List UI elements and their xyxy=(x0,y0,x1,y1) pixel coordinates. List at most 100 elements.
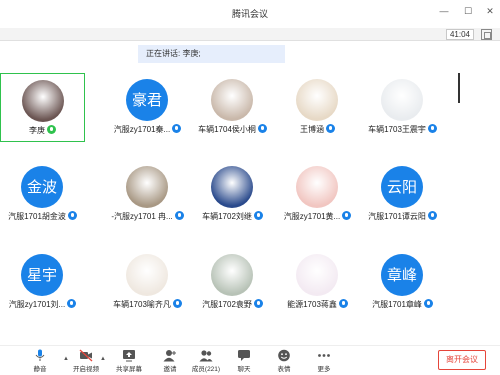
participant-name: 王博涵 xyxy=(269,124,366,135)
participant-name: 汽服1702袁野 xyxy=(184,299,281,310)
participant-name: 车辆1702刘继 xyxy=(184,211,281,222)
participant-name-text: 汽服1701章峰 xyxy=(372,300,422,309)
participant-tile[interactable]: 李庚 xyxy=(0,73,85,142)
video-options-caret[interactable]: ▲ xyxy=(100,356,106,362)
leave-meeting-button[interactable]: 离开会议 xyxy=(438,350,486,370)
microphone-icon xyxy=(35,349,45,361)
more-button[interactable]: 更多 xyxy=(306,349,342,373)
participant-name-text: 车辆1703王震宇 xyxy=(368,125,426,134)
chat-button[interactable]: 聊天 xyxy=(226,349,262,373)
participant-photo-avatar xyxy=(381,79,423,121)
participant-tile[interactable]: 汽服1702袁野 xyxy=(190,248,275,317)
video-label: 开启视频 xyxy=(73,366,99,373)
emoji-icon xyxy=(278,349,290,362)
participant-name: 汽服zy1701黄... xyxy=(269,211,366,222)
invite-label: 邀请 xyxy=(163,366,177,373)
minimize-icon[interactable]: — xyxy=(438,6,450,16)
participant-photo-avatar xyxy=(296,166,338,208)
participant-tile[interactable]: 王博涵 xyxy=(275,73,360,142)
participant-photo-avatar xyxy=(296,79,338,121)
mic-icon xyxy=(423,299,433,308)
participant-name-text: 王博涵 xyxy=(300,125,324,134)
invite-user-icon xyxy=(163,350,176,362)
invite-button[interactable]: 邀请 xyxy=(152,349,188,373)
chat-label: 聊天 xyxy=(237,366,251,373)
share-screen-icon xyxy=(123,350,135,362)
mic-icon xyxy=(253,299,263,308)
meeting-info-bar: 41:04 xyxy=(0,28,500,41)
mic-icon xyxy=(174,211,184,220)
more-icon xyxy=(318,354,330,357)
participant-tile[interactable]: 星宇汽服zy1701刘... xyxy=(0,248,85,317)
participant-name: 汽服zy1701秦... xyxy=(99,124,196,135)
participant-name-text: 汽服1701胡金波 xyxy=(8,212,66,221)
share-label: 共享屏幕 xyxy=(116,366,142,373)
maximize-icon[interactable]: ☐ xyxy=(462,6,474,17)
mic-icon xyxy=(427,124,437,133)
participant-name: 李庚 xyxy=(0,125,90,136)
participant-tile[interactable]: 云阳 汽服1701谭云阳 xyxy=(360,160,445,229)
title-bar: 腾讯会议 — ☐ ✕ xyxy=(0,0,500,28)
participant-name: 车辆1704侯小桐 xyxy=(184,124,281,135)
participant-photo-avatar xyxy=(126,254,168,296)
participant-name-text: 李庚 xyxy=(29,126,45,135)
participant-name: 汽服1701章峰 xyxy=(354,299,451,310)
participant-name-text: 汽服zy1701黄... xyxy=(283,212,341,221)
mute-button[interactable]: 静音 xyxy=(22,349,58,373)
participant-tile[interactable]: 车辆1702刘继 xyxy=(190,160,275,229)
mute-label: 静音 xyxy=(33,366,47,373)
reactions-button[interactable]: 表情 xyxy=(266,349,302,373)
participant-photo-avatar xyxy=(211,254,253,296)
participant-name-text: 能源1703蒋鑫 xyxy=(287,300,337,309)
participant-name-text: 汽服1702袁野 xyxy=(202,300,252,309)
camera-off-icon xyxy=(79,349,93,362)
participant-photo-avatar xyxy=(211,166,253,208)
mic-icon xyxy=(172,299,182,308)
mic-icon xyxy=(253,211,263,220)
mic-icon xyxy=(257,124,267,133)
participant-name: 车辆1703王震宇 xyxy=(354,124,451,135)
participant-tile[interactable]: -汽服zy1701 冉... xyxy=(105,160,190,229)
participant-name: 能源1703蒋鑫 xyxy=(269,299,366,310)
participant-tile[interactable]: 汽服zy1701黄... xyxy=(275,160,360,229)
members-icon xyxy=(199,350,213,362)
window-title: 腾讯会议 xyxy=(231,9,268,19)
participant-name-text: 汽服zy1701刘... xyxy=(8,300,66,309)
participant-photo-avatar xyxy=(22,80,64,122)
participant-photo-avatar xyxy=(126,166,168,208)
participant-tile[interactable]: 车辆1704侯小桐 xyxy=(190,73,275,142)
participant-photo-avatar xyxy=(211,79,253,121)
participant-avatar: 云阳 xyxy=(381,166,423,208)
members-label: 成员(221) xyxy=(191,366,221,373)
scrollbar-thumb[interactable] xyxy=(458,73,460,103)
participant-name-text: 车辆1704侯小桐 xyxy=(198,125,256,134)
more-label: 更多 xyxy=(317,366,331,373)
participant-tile[interactable]: 车辆1703喻齐凡 xyxy=(105,248,190,317)
participant-name: 汽服1701谭云阳 xyxy=(354,211,451,222)
speaking-mic-icon xyxy=(47,125,56,134)
mic-icon xyxy=(427,211,437,220)
mic-icon xyxy=(67,299,77,308)
participant-tile[interactable]: 豪君 汽服zy1701秦... xyxy=(105,73,190,142)
participant-tile[interactable]: 车辆1703王震宇 xyxy=(360,73,445,142)
share-screen-button[interactable]: 共享屏幕 xyxy=(111,349,147,373)
close-icon[interactable]: ✕ xyxy=(484,6,496,17)
speaking-indicator: 正在讲话: 李庚; xyxy=(138,45,285,63)
members-button[interactable]: 成员(221) xyxy=(188,349,224,373)
participant-avatar: 金波 xyxy=(21,166,63,208)
participant-name-text: -汽服zy1701 冉... xyxy=(111,212,173,221)
reactions-label: 表情 xyxy=(277,366,291,373)
participant-name: 汽服1701胡金波 xyxy=(0,211,91,222)
participant-name: -汽服zy1701 冉... xyxy=(99,211,196,222)
mic-icon xyxy=(338,299,348,308)
video-button[interactable]: 开启视频 xyxy=(68,349,104,373)
fullscreen-icon[interactable] xyxy=(481,29,492,40)
participant-photo-avatar xyxy=(296,254,338,296)
participant-avatar: 豪君 xyxy=(126,79,168,121)
participant-tile[interactable]: 章峰 汽服1701章峰 xyxy=(360,248,445,317)
meeting-toolbar: 静音 ▲ 开启视频 ▲ 共享屏幕 邀请 成员(221) 聊天 表情 更多 xyxy=(0,345,500,375)
participant-avatar: 星宇 xyxy=(21,254,63,296)
participant-tile[interactable]: 能源1703蒋鑫 xyxy=(275,248,360,317)
participant-name: 车辆1703喻齐凡 xyxy=(99,299,196,310)
participant-tile[interactable]: 金波汽服1701胡金波 xyxy=(0,160,85,229)
